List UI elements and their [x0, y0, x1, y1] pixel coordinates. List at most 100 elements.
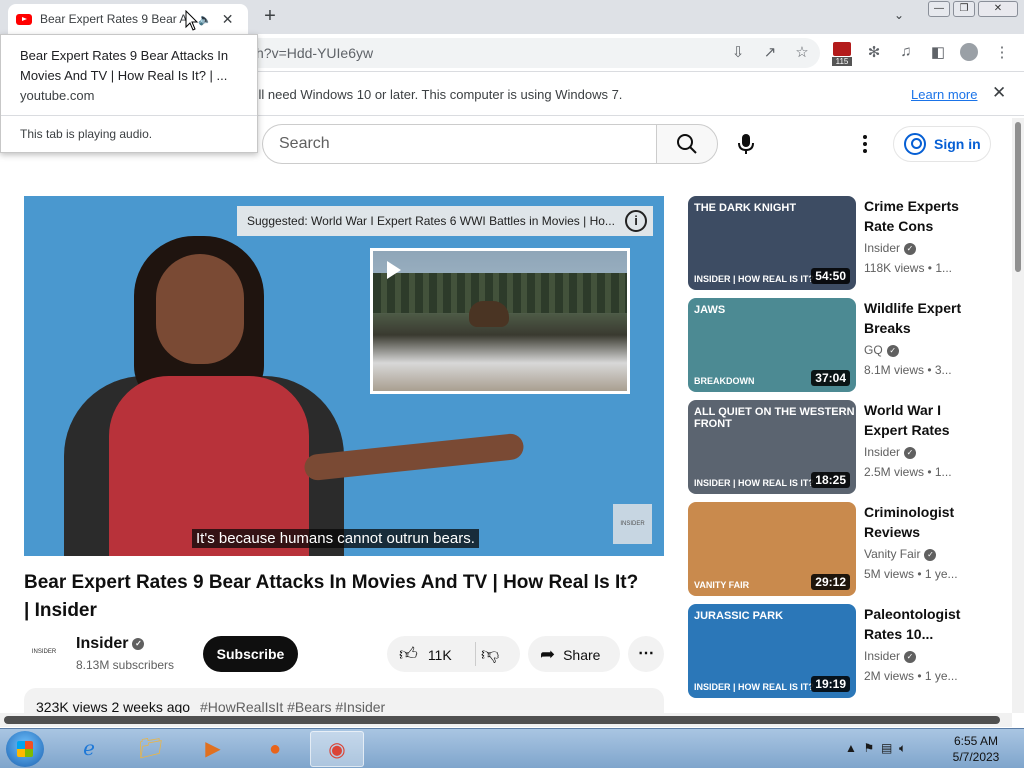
more-actions-button[interactable]: ⋯: [628, 636, 664, 672]
recommendation-title[interactable]: Crime Experts Rate Cons An...: [864, 196, 964, 236]
recommendation-item[interactable]: JURASSIC PARK INSIDER | HOW REAL IS IT? 19…: [688, 604, 1008, 698]
recommendation-meta: 2M views • 1 ye...: [864, 669, 958, 683]
suggested-video-card[interactable]: Suggested: World War I Expert Rates 6 WW…: [237, 206, 653, 236]
tab-strip: Bear Expert Rates 9 Bear Attacks In Movi…: [0, 0, 1024, 34]
recommendation-title[interactable]: Criminologist Reviews Seria...: [864, 502, 964, 542]
recommendation-channel-row: Insider ✓: [864, 445, 917, 459]
verified-icon: ✓: [904, 650, 917, 663]
horizontal-scrollbar[interactable]: [0, 713, 1012, 727]
subscribe-button[interactable]: Subscribe: [203, 636, 298, 672]
hover-card-title: Bear Expert Rates 9 Bear Attacks In Movi…: [20, 48, 229, 83]
share-label: Share: [563, 647, 601, 663]
thumbs-down-icon: 👎︎: [481, 644, 500, 664]
thumbnail-text: JAWS: [694, 304, 726, 316]
file-explorer-icon[interactable]: 📁︎: [124, 731, 178, 767]
share-arrow-icon: ➦: [540, 644, 556, 664]
thumbnail-text: THE DARK KNIGHT: [694, 202, 797, 214]
system-tray[interactable]: ▲ ⚑ ▤ 🔈︎: [845, 741, 906, 756]
restore-button[interactable]: ❐: [953, 1, 975, 17]
recommendation-title[interactable]: Wildlife Expert Breaks Down...: [864, 298, 964, 338]
side-panel-icon[interactable]: ◧: [928, 43, 948, 61]
media-player-icon[interactable]: ▶: [186, 731, 240, 767]
verified-icon: ✓: [924, 548, 937, 561]
channel-name[interactable]: Insider: [76, 635, 128, 652]
video-frame-face: [156, 254, 244, 364]
video-duration: 19:19: [811, 676, 850, 692]
recommendation-thumbnail[interactable]: VANITY FAIR 29:12: [688, 502, 856, 596]
microphone-icon[interactable]: [736, 132, 756, 156]
more-vertical-icon[interactable]: [862, 134, 868, 154]
close-icon[interactable]: ✕: [992, 83, 1006, 103]
recommendation-item[interactable]: THE DARK KNIGHT INSIDER | HOW REAL IS IT?…: [688, 196, 1008, 290]
recommendation-thumbnail[interactable]: ALL QUIET ON THE WESTERN FRONT INSIDER | …: [688, 400, 856, 494]
system-clock[interactable]: 6:55 AM 5/7/2023: [940, 733, 1012, 765]
sign-in-button[interactable]: Sign in: [893, 126, 991, 162]
install-icon[interactable]: ⇩: [728, 43, 748, 61]
media-control-icon[interactable]: ♫: [896, 43, 916, 60]
verified-icon: ✓: [886, 344, 899, 357]
channel-watermark[interactable]: INSIDER: [613, 504, 652, 544]
star-icon[interactable]: ☆: [792, 43, 812, 61]
like-count: 11K: [427, 647, 452, 663]
youtube-favicon-icon: [16, 13, 32, 25]
start-button[interactable]: [6, 731, 44, 767]
search-button[interactable]: [656, 124, 718, 164]
recommendation-meta: 2.5M views • 1...: [864, 465, 952, 479]
firefox-icon[interactable]: ●: [248, 731, 302, 767]
close-icon[interactable]: ✕: [222, 11, 234, 28]
tab-title: Bear Expert Rates 9 Bear Attacks In Movi…: [40, 12, 190, 26]
close-window-button[interactable]: ✕: [978, 1, 1018, 17]
infobar-message: 'll need Windows 10 or later. This compu…: [256, 87, 623, 102]
hover-card-audio-status: This tab is playing audio.: [20, 127, 153, 141]
share-icon[interactable]: ↗: [760, 43, 780, 61]
channel-avatar[interactable]: INSIDER: [24, 632, 64, 672]
thumbnail-tag: INSIDER | HOW REAL IS IT?: [694, 274, 814, 284]
recommendation-item[interactable]: VANITY FAIR 29:12 Criminologist Reviews Se…: [688, 502, 1008, 596]
vertical-scrollbar[interactable]: [1012, 118, 1024, 713]
info-icon[interactable]: i: [625, 210, 647, 232]
minimize-button[interactable]: —: [928, 1, 950, 17]
recommendation-title[interactable]: World War I Expert Rates ...: [864, 400, 964, 440]
recommendation-channel[interactable]: Insider: [864, 649, 900, 663]
verified-icon: ✓: [904, 446, 917, 459]
clock-date: 5/7/2023: [952, 750, 1000, 764]
recommendation-channel[interactable]: Insider: [864, 241, 900, 255]
thumbnail-tag: INSIDER | HOW REAL IS IT?: [694, 478, 814, 488]
like-button[interactable]: 👍︎ 11K: [399, 636, 452, 672]
thumbs-up-icon: 👍︎: [399, 644, 418, 664]
mouse-cursor-icon: [185, 10, 199, 31]
recommendation-channel-row: GQ ✓: [864, 343, 899, 357]
recommendation-channel[interactable]: Vanity Fair: [864, 547, 920, 561]
subscriber-count: 8.13M subscribers: [76, 658, 175, 672]
recommendation-item[interactable]: ALL QUIET ON THE WESTERN FRONT INSIDER | …: [688, 400, 1008, 494]
share-button[interactable]: ➦ Share: [528, 636, 620, 672]
recommendation-thumbnail[interactable]: JAWS BREAKDOWN 37:04: [688, 298, 856, 392]
dislike-button[interactable]: 👎︎: [481, 636, 499, 672]
recommendation-channel[interactable]: Insider: [864, 445, 900, 459]
recommendation-item[interactable]: JAWS BREAKDOWN 37:04 Wildlife Expert Breaks…: [688, 298, 1008, 392]
chevron-down-icon[interactable]: ⌄: [894, 8, 904, 22]
extension-badge[interactable]: 115: [832, 42, 852, 66]
new-tab-button[interactable]: +: [258, 4, 282, 28]
profile-avatar[interactable]: [960, 43, 978, 61]
speaker-icon[interactable]: 🔈: [198, 13, 212, 26]
windows-taskbar: ℯ 📁︎ ▶ ● ◉ ▲ ⚑ ▤ 🔈︎ 6:55 AM 5/7/2023: [0, 728, 1024, 768]
search-input[interactable]: Search: [262, 124, 656, 164]
recommendation-meta: 8.1M views • 3...: [864, 363, 952, 377]
search-icon: [677, 134, 697, 154]
recommendation-channel[interactable]: GQ: [864, 343, 883, 357]
browser-tab[interactable]: Bear Expert Rates 9 Bear Attacks In Movi…: [8, 4, 248, 34]
chrome-icon[interactable]: ◉: [310, 731, 364, 767]
recommendation-thumbnail[interactable]: THE DARK KNIGHT INSIDER | HOW REAL IS IT?…: [688, 196, 856, 290]
learn-more-link[interactable]: Learn more: [911, 87, 977, 102]
video-player[interactable]: Suggested: World War I Expert Rates 6 WW…: [24, 196, 664, 556]
kebab-menu-icon[interactable]: ⋮: [992, 43, 1012, 61]
video-duration: 37:04: [811, 370, 850, 386]
verified-icon: ✓: [904, 242, 917, 255]
internet-explorer-icon[interactable]: ℯ: [62, 731, 116, 767]
channel-name-row[interactable]: Insider ✓: [76, 635, 145, 653]
recommendation-title[interactable]: Paleontologist Rates 10...: [864, 604, 964, 644]
recommendation-thumbnail[interactable]: JURASSIC PARK INSIDER | HOW REAL IS IT? 19…: [688, 604, 856, 698]
thumbnail-text: JURASSIC PARK: [694, 610, 784, 622]
puzzle-icon[interactable]: ✻: [864, 43, 884, 61]
